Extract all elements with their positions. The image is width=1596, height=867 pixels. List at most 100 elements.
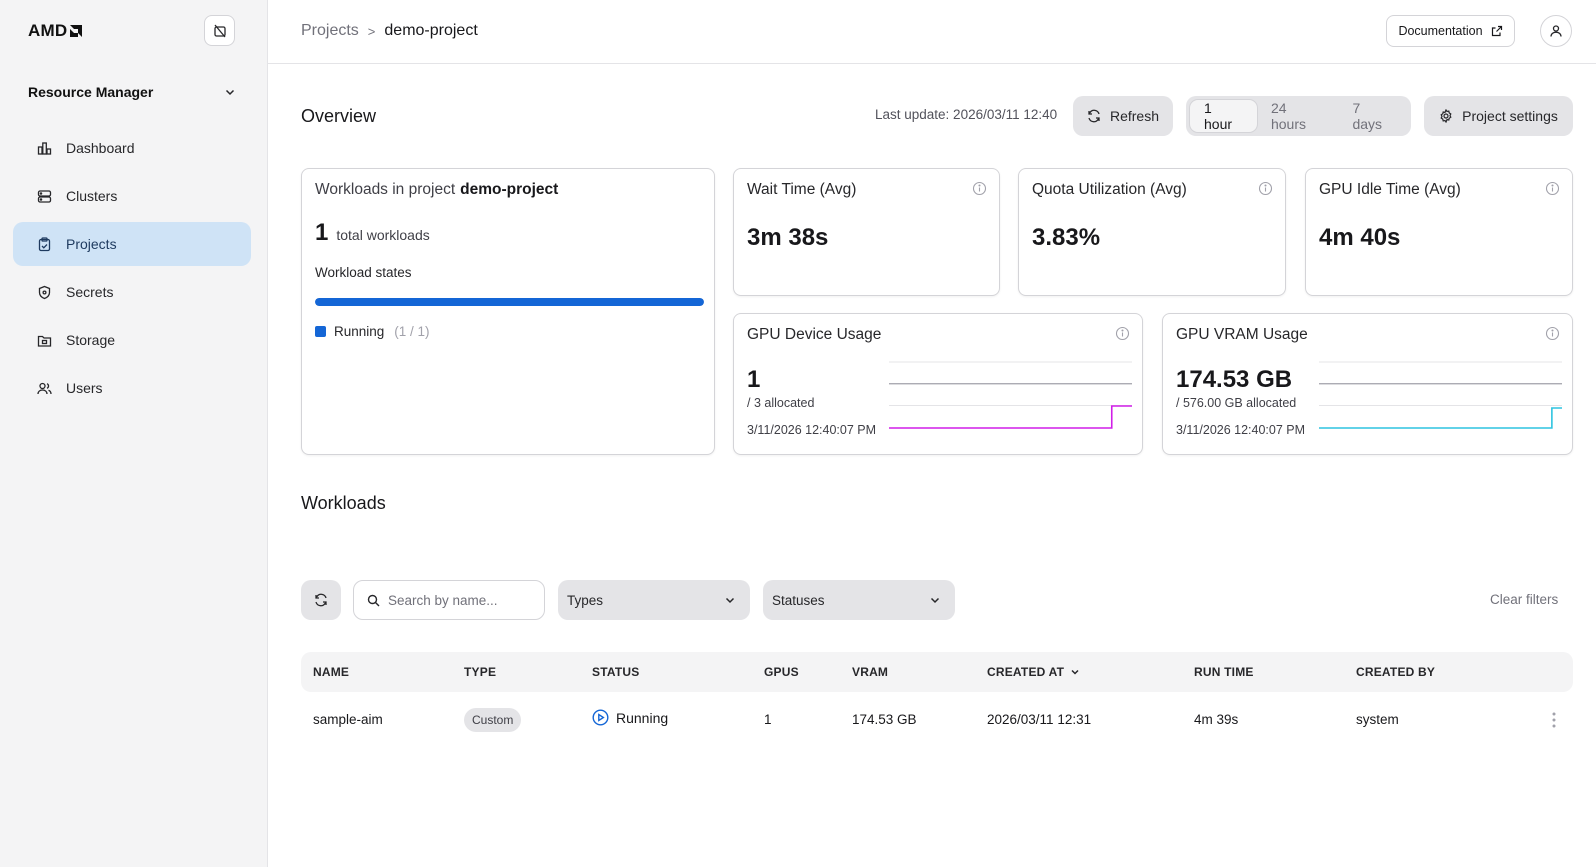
chevron-down-icon xyxy=(725,597,735,604)
sidebar-item-label: Clusters xyxy=(66,188,118,204)
column-header-run-time[interactable]: RUN TIME xyxy=(1194,665,1254,679)
sidebar-item-clusters[interactable]: Clusters xyxy=(13,174,251,218)
breadcrumb-separator-icon: > xyxy=(367,23,376,39)
column-header-status[interactable]: STATUS xyxy=(592,665,639,679)
column-header-gpus[interactable]: GPUS xyxy=(764,665,799,679)
gpu-device-usage-value: 1 xyxy=(747,366,761,393)
user-icon xyxy=(1550,25,1562,37)
workload-created-by: system xyxy=(1356,712,1399,727)
gpu-vram-sparkline xyxy=(1319,361,1562,429)
sidebar-item-users[interactable]: Users xyxy=(13,366,251,410)
range-7-days[interactable]: 7 days xyxy=(1338,100,1407,132)
resource-manager-label: Resource Manager xyxy=(28,84,154,100)
info-icon[interactable] xyxy=(1545,326,1560,341)
sidebar: AMD Resource Manager Dashboard Clusters … xyxy=(0,0,268,867)
workloads-card-heading: Workloads in project demo-project xyxy=(315,181,558,199)
sidebar-item-label: Projects xyxy=(66,236,117,252)
wait-time-card: Wait Time (Avg) 3m 38s xyxy=(733,168,1000,296)
search-input[interactable] xyxy=(388,592,528,608)
gpu-vram-timestamp: 3/11/2026 12:40:07 PM xyxy=(1176,423,1306,437)
clear-filters-link[interactable]: Clear filters xyxy=(1490,592,1558,607)
column-header-type[interactable]: TYPE xyxy=(464,665,496,679)
info-icon[interactable] xyxy=(1545,181,1560,196)
info-icon[interactable] xyxy=(1115,326,1130,341)
column-header-created-by[interactable]: CREATED BY xyxy=(1356,665,1435,679)
table-row[interactable]: sample-aim Custom Running 1 174.53 GB 20… xyxy=(301,700,1573,740)
column-header-created-at[interactable]: CREATED AT xyxy=(987,665,1080,679)
gpu-idle-time-title: GPU Idle Time (Avg) xyxy=(1319,181,1461,198)
project-settings-label: Project settings xyxy=(1462,108,1558,124)
workloads-table-header: NAME TYPE STATUS GPUS VRAM CREATED AT RU… xyxy=(301,652,1573,692)
workloads-section-title: Workloads xyxy=(301,493,386,513)
gpu-vram-usage-title: GPU VRAM Usage xyxy=(1176,326,1308,343)
shield-icon xyxy=(36,284,52,300)
search-icon xyxy=(367,594,380,606)
workload-created-at: 2026/03/11 12:31 xyxy=(987,712,1092,727)
statuses-filter-dropdown[interactable]: Statuses xyxy=(763,580,955,620)
refresh-icon xyxy=(1088,109,1100,123)
gpu-device-series-line xyxy=(889,405,1132,429)
wait-time-value: 3m 38s xyxy=(747,224,829,251)
range-24-hours[interactable]: 24 hours xyxy=(1257,100,1339,132)
types-filter-dropdown[interactable]: Types xyxy=(558,580,750,620)
quota-utilization-value: 3.83% xyxy=(1032,224,1101,251)
workload-status-label: Running xyxy=(616,709,669,726)
gpu-vram-series-line xyxy=(1319,407,1562,429)
sidebar-item-secrets[interactable]: Secrets xyxy=(13,270,251,314)
gpu-vram-usage-value: 174.53 GB xyxy=(1176,366,1293,393)
server-icon xyxy=(36,188,52,204)
breadcrumb: Projects > demo-project xyxy=(301,22,478,40)
info-icon[interactable] xyxy=(1258,181,1273,196)
total-workloads: 1 total workloads xyxy=(315,219,430,247)
gpu-device-sparkline xyxy=(889,361,1132,429)
wait-time-title: Wait Time (Avg) xyxy=(747,181,857,198)
workloads-card-project: demo-project xyxy=(460,181,559,198)
sidebar-item-projects[interactable]: Projects xyxy=(13,222,251,266)
brand-name: AMD xyxy=(28,21,68,40)
project-settings-button[interactable]: Project settings xyxy=(1424,96,1573,136)
sidebar-item-label: Storage xyxy=(66,332,116,348)
documentation-label: Documentation xyxy=(1398,24,1483,38)
breadcrumb-projects-link[interactable]: Projects xyxy=(301,22,359,40)
refresh-icon xyxy=(315,593,327,607)
more-vertical-icon xyxy=(1552,712,1556,728)
last-update-text: Last update: 2026/03/11 12:40 xyxy=(875,107,1058,122)
clipboard-icon xyxy=(36,236,52,252)
documentation-button[interactable]: Documentation xyxy=(1386,15,1515,47)
workload-states-label: Workload states xyxy=(315,265,412,280)
chevron-down-icon xyxy=(930,597,940,604)
bar-chart-icon xyxy=(36,140,52,156)
collapse-sidebar-button[interactable] xyxy=(204,15,235,46)
info-icon[interactable] xyxy=(972,181,987,196)
workload-gpus: 1 xyxy=(764,712,772,727)
total-workloads-count: 1 xyxy=(315,219,329,246)
workload-run-time: 4m 39s xyxy=(1194,712,1239,727)
gear-icon xyxy=(1440,109,1452,123)
user-menu-button[interactable] xyxy=(1540,15,1572,47)
sidebar-item-dashboard[interactable]: Dashboard xyxy=(13,126,251,170)
resource-manager-dropdown[interactable]: Resource Manager xyxy=(28,80,236,104)
sidebar-item-label: Secrets xyxy=(66,284,114,300)
workloads-summary-card: Workloads in project demo-project 1 total… xyxy=(301,168,715,455)
folder-icon xyxy=(36,332,52,348)
column-header-vram[interactable]: VRAM xyxy=(852,665,888,679)
range-1-hour[interactable]: 1 hour xyxy=(1190,100,1257,132)
gpu-idle-time-value: 4m 40s xyxy=(1319,224,1401,251)
legend-running-label: Running xyxy=(334,324,385,339)
amd-logo[interactable]: AMD xyxy=(28,21,83,41)
workload-state-legend-running: Running (1 / 1) xyxy=(315,324,430,339)
running-swatch xyxy=(315,326,326,337)
column-header-name[interactable]: NAME xyxy=(313,665,349,679)
overview-title: Overview xyxy=(301,106,377,126)
workload-name: sample-aim xyxy=(313,712,383,727)
gpu-vram-allocated: / 576.00 GB allocated xyxy=(1176,396,1297,410)
workload-status: Running xyxy=(592,709,668,726)
amd-arrow-icon xyxy=(70,25,83,37)
refresh-button[interactable]: Refresh xyxy=(1073,96,1173,136)
statuses-filter-label: Statuses xyxy=(772,592,825,608)
row-actions-menu-button[interactable] xyxy=(1544,710,1564,730)
sidebar-item-storage[interactable]: Storage xyxy=(13,318,251,362)
reload-workloads-button[interactable] xyxy=(301,580,341,620)
workload-states-bar xyxy=(315,298,704,306)
workload-search xyxy=(353,580,545,620)
